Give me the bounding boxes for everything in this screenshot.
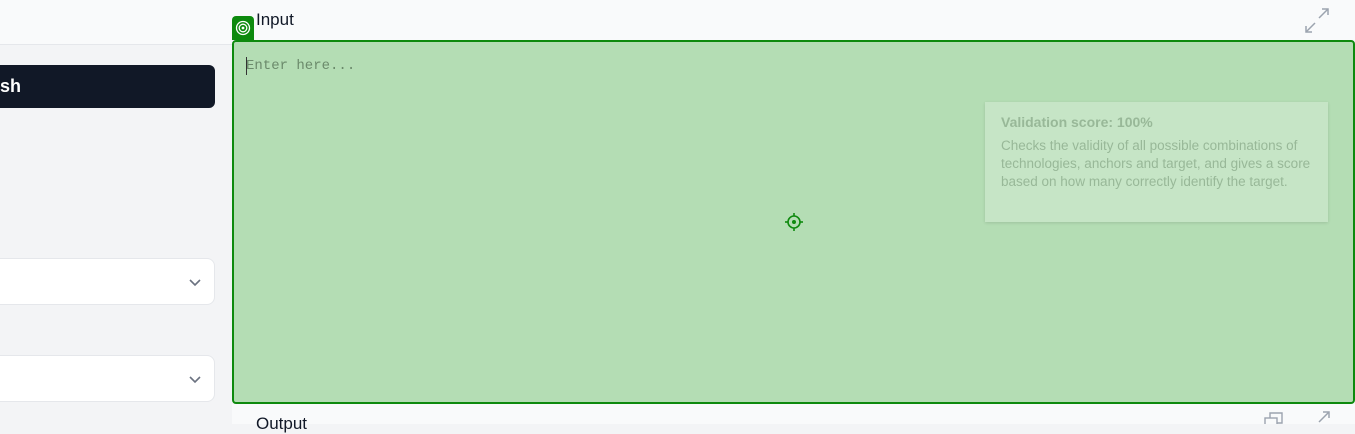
- primary-action-label: sh: [0, 76, 22, 96]
- left-panel-header: [0, 0, 232, 45]
- target-icon: [235, 20, 251, 36]
- tooltip-title: Validation score: 100%: [1001, 114, 1153, 130]
- input-badge: [232, 16, 254, 40]
- copy-icon[interactable]: [1263, 410, 1285, 424]
- chevron-down-icon: [189, 279, 201, 287]
- input-panel-header: [232, 0, 1355, 40]
- tooltip-body: Checks the validity of all possible comb…: [1001, 138, 1311, 189]
- chevron-down-icon: [189, 376, 201, 384]
- output-panel-title: Output: [256, 414, 308, 433]
- expand-icon[interactable]: [1304, 6, 1330, 34]
- dropdown-select-1[interactable]: [0, 258, 215, 305]
- output-panel-header: [232, 404, 1355, 424]
- crosshair-icon[interactable]: [785, 213, 803, 231]
- input-panel-title: Input: [256, 10, 294, 29]
- dropdown-select-2[interactable]: [0, 355, 215, 402]
- left-panel: sh: [0, 0, 232, 424]
- validation-tooltip: Validation score: 100% Checks the validi…: [985, 102, 1328, 222]
- popout-icon[interactable]: [1313, 410, 1333, 424]
- input-placeholder: Enter here...: [246, 58, 356, 74]
- primary-action-button[interactable]: sh: [0, 65, 215, 108]
